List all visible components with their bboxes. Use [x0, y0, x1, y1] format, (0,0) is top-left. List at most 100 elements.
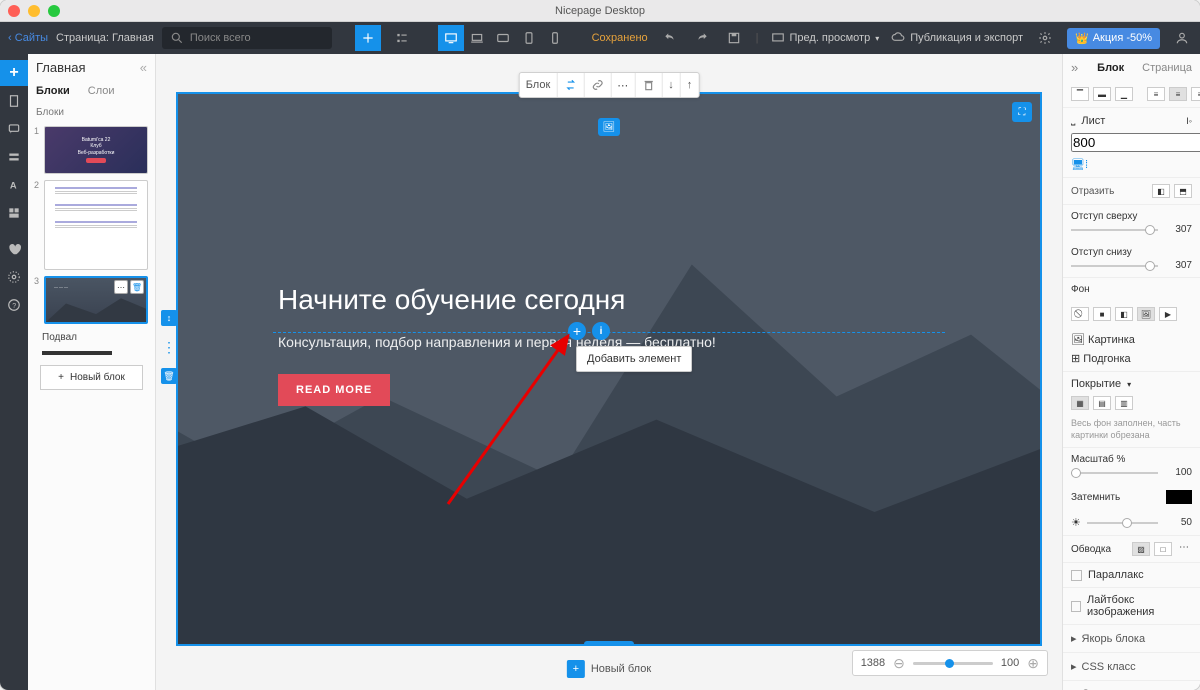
back-crumb[interactable]: ‹ Сайты	[8, 32, 48, 44]
device-desktop[interactable]	[438, 25, 464, 51]
cover-fill-icon[interactable]: ▦	[1071, 396, 1089, 410]
block-thumb-3[interactable]: ——— ⋯ 🗑	[44, 276, 148, 324]
stroke-more-icon[interactable]: ⋯	[1176, 542, 1192, 556]
zoom-in-icon[interactable]: ⊕	[1027, 655, 1039, 672]
mirror-h-icon[interactable]: ◧	[1152, 184, 1170, 198]
rail-gear-icon[interactable]	[0, 264, 28, 290]
align-top-icon[interactable]: ▔	[1071, 87, 1089, 101]
tab-layers[interactable]: Слои	[88, 85, 115, 97]
redo-button[interactable]	[692, 31, 712, 45]
new-block-button[interactable]: + Новый блок	[40, 365, 143, 390]
device-phone[interactable]	[542, 25, 568, 51]
device-laptop[interactable]	[464, 25, 490, 51]
hide-devices-expander[interactable]: ▸ Скрыть на устройствах	[1063, 680, 1200, 690]
cta-button[interactable]: READ MORE	[278, 374, 390, 406]
canvas-new-block[interactable]: + Новый блок	[567, 660, 651, 678]
ft-move-up-icon[interactable]: ↑	[681, 73, 699, 97]
add-element-button[interactable]	[355, 25, 381, 51]
bg-fit-link[interactable]: ⊞ Подгонка	[1071, 352, 1131, 365]
tab-block-props[interactable]: Блок	[1097, 62, 1124, 74]
info-circle-icon[interactable]: i	[592, 322, 610, 340]
expand-panel-icon[interactable]: »	[1071, 60, 1078, 75]
rail-help-icon[interactable]: ?	[0, 292, 28, 318]
tab-page-props[interactable]: Страница	[1142, 62, 1192, 74]
cover-tile-icon[interactable]: ▥	[1115, 396, 1133, 410]
promo-badge[interactable]: 👑 Акция -50%	[1067, 28, 1160, 49]
lightbox-checkbox[interactable]: Лайтбокс изображения	[1063, 587, 1200, 624]
device-tablet-v[interactable]	[516, 25, 542, 51]
ft-move-down-icon[interactable]: ↓	[662, 73, 681, 97]
outline-toggle[interactable]	[389, 25, 415, 51]
scale-slider[interactable]	[1071, 472, 1158, 474]
bg-none-icon[interactable]: ⃠	[1071, 307, 1089, 321]
darken-color-swatch[interactable]	[1166, 490, 1192, 504]
rail-layout-icon[interactable]	[0, 200, 28, 226]
account-button[interactable]	[1172, 31, 1192, 45]
width-mode-icon[interactable]: ⎵	[1071, 114, 1075, 127]
device-tablet-h[interactable]	[490, 25, 516, 51]
save-button[interactable]	[724, 31, 744, 45]
block-thumb-1[interactable]: Batumi'ca 22КлубВеб-разработки	[44, 126, 148, 174]
thumb-delete-icon[interactable]: 🗑	[130, 280, 144, 294]
padding-bottom-slider[interactable]	[1071, 265, 1158, 267]
zoom-out-icon[interactable]: ⊖	[893, 655, 905, 672]
settings-button[interactable]	[1035, 31, 1055, 45]
bg-color-icon[interactable]: ■	[1093, 307, 1111, 321]
rail-favorite-icon[interactable]	[0, 236, 28, 262]
rail-page-icon[interactable]	[0, 88, 28, 114]
search-input[interactable]: Поиск всего	[162, 27, 332, 49]
publish-button[interactable]: Публикация и экспорт	[891, 31, 1023, 45]
canvas-area: Блок ⋯ ↓ ↑ ↕ ⋮ 🗑 ⛶ 🖼	[156, 54, 1062, 690]
preview-button[interactable]: Пред. просмотр ▾	[771, 31, 880, 45]
ft-link-icon[interactable]	[584, 73, 611, 97]
rail-add-icon[interactable]: +	[0, 60, 28, 86]
anchor-expander[interactable]: ▸ Якорь блока	[1063, 624, 1200, 652]
stroke-solid-icon[interactable]: □	[1154, 542, 1172, 556]
ft-more-icon[interactable]: ⋯	[611, 73, 635, 97]
app-window: Nicepage Desktop ‹ Сайты Страница: Главн…	[0, 0, 1200, 690]
thumb-more-icon[interactable]: ⋯	[114, 280, 128, 294]
footer-label[interactable]: Подвал	[42, 332, 141, 343]
bg-image-icon[interactable]: 🖼	[1137, 307, 1155, 321]
minimize-window[interactable]	[28, 5, 40, 17]
ft-block-label[interactable]: Блок	[520, 73, 558, 97]
close-window[interactable]	[8, 5, 20, 17]
maximize-window[interactable]	[48, 5, 60, 17]
mirror-v-icon[interactable]: ⬒	[1174, 184, 1192, 198]
stroke-none-icon[interactable]: ▨	[1132, 542, 1150, 556]
rail-text-icon[interactable]: A	[0, 172, 28, 198]
css-class-expander[interactable]: ▸ CSS класс	[1063, 652, 1200, 680]
canvas-side-guides: ↕ ⋮ 🗑	[166, 94, 172, 384]
valign-2-icon[interactable]: ≡	[1169, 87, 1187, 101]
footer-thumb[interactable]	[42, 351, 112, 355]
zoom-percent: 100	[1001, 657, 1019, 669]
cover-fit-icon[interactable]: ▤	[1093, 396, 1111, 410]
valign-3-icon[interactable]: ≡	[1191, 87, 1200, 101]
rail-form-icon[interactable]	[0, 144, 28, 170]
expand-block-icon[interactable]: ⛶	[1012, 102, 1032, 122]
padding-top-slider[interactable]	[1071, 229, 1158, 231]
parallax-checkbox[interactable]: Параллакс	[1063, 562, 1200, 587]
block-thumb-2[interactable]	[44, 180, 148, 270]
structure-panel: Главная « Блоки Слои Блоки 1 Batumi'ca 2…	[28, 54, 156, 690]
bg-gradient-icon[interactable]: ◧	[1115, 307, 1133, 321]
tab-blocks[interactable]: Блоки	[36, 85, 70, 97]
guide-delete-icon[interactable]: 🗑	[161, 368, 177, 384]
zoom-slider[interactable]	[913, 662, 993, 665]
collapse-panel-icon[interactable]: «	[140, 60, 147, 75]
bg-video-icon[interactable]: ▶	[1159, 307, 1177, 321]
guide-up-icon[interactable]: ↕	[161, 310, 177, 326]
heading-text[interactable]: Начните обучение сегодня	[278, 284, 716, 316]
align-bottom-icon[interactable]: ▁	[1115, 87, 1133, 101]
align-middle-icon[interactable]: ▬	[1093, 87, 1111, 101]
block-width-input[interactable]	[1071, 133, 1200, 152]
rail-comment-icon[interactable]	[0, 116, 28, 142]
ft-delete-icon[interactable]	[635, 73, 662, 97]
bg-image-link[interactable]: 🖼 Картинка	[1071, 333, 1135, 346]
device-override-icon[interactable]: 🖥⁞	[1071, 158, 1088, 171]
ft-swap-icon[interactable]	[557, 73, 584, 97]
undo-button[interactable]	[660, 31, 680, 45]
valign-1-icon[interactable]: ≡	[1147, 87, 1165, 101]
darken-slider[interactable]	[1087, 522, 1158, 524]
resize-handle-bottom[interactable]	[584, 641, 634, 644]
